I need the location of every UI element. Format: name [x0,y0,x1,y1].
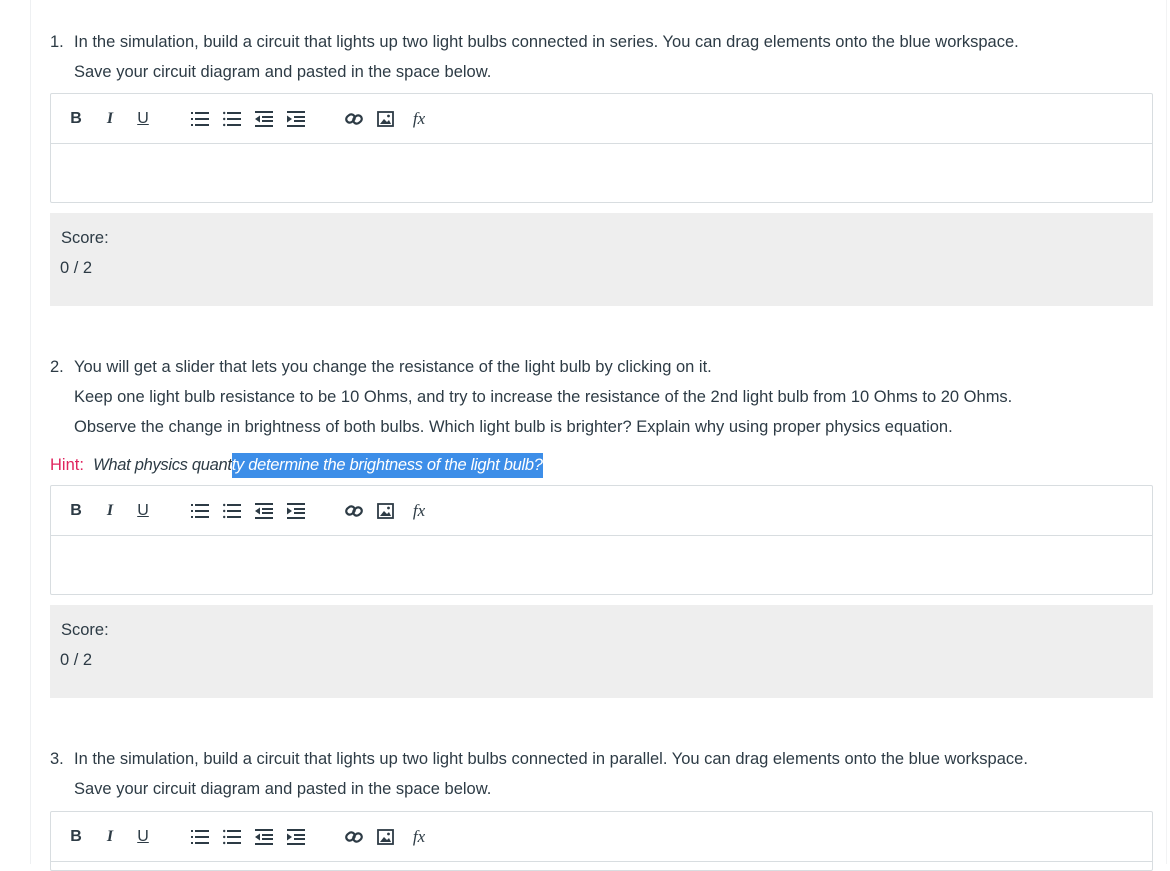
bold-button[interactable]: B [69,812,83,862]
image-icon[interactable] [375,94,397,144]
ordered-list-icon[interactable] [189,812,211,862]
underline-button[interactable]: U [136,94,150,144]
image-icon[interactable] [375,812,397,862]
bullet-list-icon[interactable] [221,94,243,144]
question-3: 3. In the simulation, build a circuit tha… [50,744,1160,804]
indent-icon[interactable] [285,94,307,144]
question-2-line-1: 2. You will get a slider that lets you ch… [50,352,1160,382]
outdent-icon[interactable] [253,94,275,144]
equation-icon[interactable]: fx [409,486,429,536]
image-icon[interactable] [375,486,397,536]
editor-toolbar: B I U fx [51,812,1152,862]
equation-icon[interactable]: fx [409,812,429,862]
ordered-list-icon[interactable] [189,486,211,536]
equation-icon[interactable]: fx [409,94,429,144]
italic-button[interactable]: I [103,94,117,144]
link-icon[interactable] [343,486,365,536]
question-2-line-2: Keep one light bulb resistance to be 10 … [74,388,1013,406]
bold-button[interactable]: B [69,94,83,144]
question-2-line-3: Observe the change in brightness of both… [74,418,953,436]
italic-button[interactable]: I [103,486,117,536]
hint-text-selected: ty determine the brightness of the light… [231,453,543,478]
answer-editor-2: B I U fx [50,485,1153,595]
editor-toolbar: B I U fx [51,94,1152,144]
score-label: Score: [61,621,109,639]
link-icon[interactable] [343,812,365,862]
indent-icon[interactable] [285,486,307,536]
page-right-border [1166,0,1167,864]
outdent-icon[interactable] [253,486,275,536]
question-1: 1. In the simulation, build a circuit tha… [50,27,1160,87]
score-box-2: Score: 0 / 2 [50,605,1153,698]
link-icon[interactable] [343,94,365,144]
editor-content-area[interactable] [51,536,1152,594]
score-box-1: Score: 0 / 2 [50,213,1153,306]
hint-label: Hint: [50,456,84,474]
score-value: 0 / 2 [60,651,93,669]
underline-button[interactable]: U [136,812,150,862]
question-1-line-1: 1. In the simulation, build a circuit tha… [50,27,1160,57]
answer-editor-3: B I U fx [50,811,1153,871]
score-label: Score: [61,229,109,247]
page-left-border [30,0,31,864]
question-number: 1. [50,33,64,51]
question-3-line-2: Save your circuit diagram and pasted in … [74,780,492,798]
underline-button[interactable]: U [136,486,150,536]
answer-editor-1: B I U fx [50,93,1153,203]
bullet-list-icon[interactable] [221,486,243,536]
question-2: 2. You will get a slider that lets you ch… [50,352,1160,442]
hint: Hint: What physics quantty determine the… [50,450,543,480]
score-value: 0 / 2 [60,259,93,277]
outdent-icon[interactable] [253,812,275,862]
question-number: 2. [50,358,64,376]
question-1-line-2: Save your circuit diagram and pasted in … [74,63,492,81]
editor-toolbar: B I U fx [51,486,1152,536]
hint-text: What physics quant [93,456,232,474]
bullet-list-icon[interactable] [221,812,243,862]
question-3-line-1: 3. In the simulation, build a circuit tha… [50,744,1160,774]
italic-button[interactable]: I [103,812,117,862]
question-number: 3. [50,750,64,768]
editor-content-area[interactable] [51,144,1152,202]
indent-icon[interactable] [285,812,307,862]
ordered-list-icon[interactable] [189,94,211,144]
bold-button[interactable]: B [69,486,83,536]
